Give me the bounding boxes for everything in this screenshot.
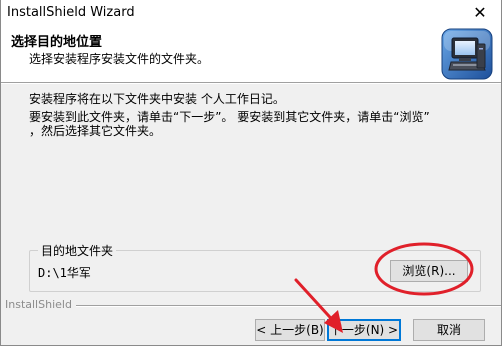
- window-title: InstallShield Wizard: [7, 5, 135, 20]
- brand-separator: InstallShield: [1, 298, 501, 312]
- destination-folder-path: D:\1华军: [38, 266, 91, 280]
- destination-folder-group: 目的地文件夹 D:\1华军 浏览(R)...: [29, 242, 481, 292]
- instruction-text-line2: ，然后选择其它文件夹。: [29, 124, 162, 138]
- wizard-header: 选择目的地位置 选择安装程序安装文件的文件夹。: [1, 26, 501, 83]
- page-heading: 选择目的地位置: [11, 35, 103, 50]
- close-icon: ✕: [473, 3, 487, 22]
- back-button[interactable]: < 上一步(B): [255, 319, 325, 341]
- page-subheading: 选择安装程序安装文件的文件夹。: [29, 52, 210, 66]
- separator-line: [67, 305, 501, 307]
- title-bar: InstallShield Wizard ✕: [1, 0, 501, 26]
- install-target-text: 安装程序将在以下文件夹中安装 个人工作日记。: [29, 92, 285, 106]
- instruction-text-line1: 要安装到此文件夹，请单击“下一步”。 要安装到其它文件夹，请单击“浏览”: [29, 110, 430, 124]
- browse-button[interactable]: 浏览(R)...: [390, 260, 468, 282]
- destination-folder-label: 目的地文件夹: [38, 242, 117, 259]
- desktop-background-strip: [0, 346, 504, 356]
- installshield-brand-label: InstallShield: [5, 298, 76, 311]
- header-divider-highlight: [1, 83, 501, 84]
- close-button[interactable]: ✕: [465, 1, 495, 25]
- cancel-button[interactable]: 取消: [413, 319, 485, 341]
- next-button[interactable]: 下一步(N) >: [327, 319, 401, 341]
- installshield-wizard-window: InstallShield Wizard ✕ 选择目的地位置 选择安装程序安装文…: [0, 0, 502, 346]
- installshield-computer-icon: [441, 28, 493, 80]
